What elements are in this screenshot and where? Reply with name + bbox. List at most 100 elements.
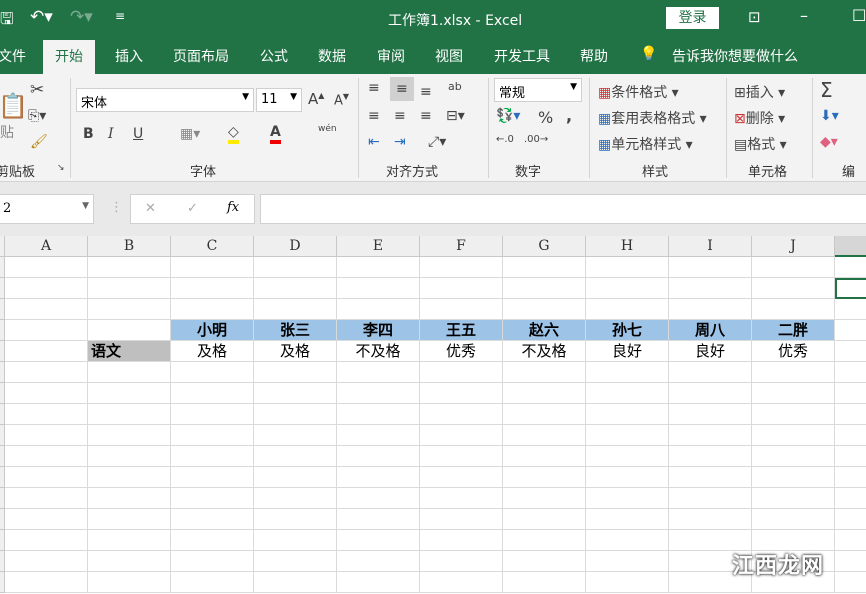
- cell[interactable]: [586, 362, 669, 383]
- italic-button[interactable]: I: [108, 126, 114, 142]
- redo-icon[interactable]: ↷▾: [70, 7, 93, 27]
- cut-icon[interactable]: ✂: [30, 80, 44, 100]
- cell[interactable]: [420, 362, 503, 383]
- column-header-e[interactable]: E: [337, 236, 420, 257]
- cell[interactable]: [752, 383, 835, 404]
- cell[interactable]: [835, 446, 866, 467]
- column-header-a[interactable]: A: [5, 236, 88, 257]
- cell[interactable]: [171, 425, 254, 446]
- cell[interactable]: [254, 404, 337, 425]
- cell[interactable]: [420, 383, 503, 404]
- cell[interactable]: [5, 551, 88, 572]
- cell[interactable]: [88, 551, 171, 572]
- number-format-select[interactable]: 常规 ▼: [494, 78, 582, 102]
- paste-label[interactable]: 贴: [0, 122, 14, 142]
- decrease-font-icon[interactable]: A▼: [334, 92, 349, 108]
- paste-icon[interactable]: 📋: [0, 92, 28, 120]
- cell[interactable]: [171, 383, 254, 404]
- tab-file[interactable]: 文件: [0, 46, 26, 66]
- cell[interactable]: [586, 488, 669, 509]
- name-header-cell[interactable]: 二胖: [752, 320, 835, 341]
- bold-button[interactable]: B: [83, 126, 94, 142]
- cell[interactable]: [254, 257, 337, 278]
- name-header-cell[interactable]: 小明: [171, 320, 254, 341]
- grade-cell[interactable]: 及格: [171, 341, 254, 362]
- cell[interactable]: [337, 278, 420, 299]
- format-as-table-button[interactable]: ▦套用表格格式 ▾: [598, 108, 707, 128]
- undo-icon[interactable]: ↶▾: [30, 7, 53, 27]
- cell[interactable]: [337, 362, 420, 383]
- name-header-cell[interactable]: 张三: [254, 320, 337, 341]
- grade-cell[interactable]: 不及格: [337, 341, 420, 362]
- align-right-icon[interactable]: ≡: [420, 108, 432, 124]
- cell[interactable]: [669, 278, 752, 299]
- login-button[interactable]: 登录: [666, 7, 719, 29]
- cell[interactable]: [752, 299, 835, 320]
- tab-home[interactable]: 开始: [43, 40, 95, 74]
- cell[interactable]: [503, 467, 586, 488]
- align-bottom-icon[interactable]: ≡: [420, 84, 432, 100]
- cell[interactable]: [5, 320, 88, 341]
- cell[interactable]: [88, 299, 171, 320]
- cell[interactable]: [503, 551, 586, 572]
- cell[interactable]: [5, 404, 88, 425]
- cell[interactable]: [586, 509, 669, 530]
- cell[interactable]: [586, 446, 669, 467]
- cell[interactable]: [669, 383, 752, 404]
- name-header-cell[interactable]: 王五: [420, 320, 503, 341]
- column-header-i[interactable]: I: [669, 236, 752, 257]
- cell[interactable]: [5, 257, 88, 278]
- cell[interactable]: [669, 488, 752, 509]
- name-header-cell[interactable]: 李四: [337, 320, 420, 341]
- cell[interactable]: [171, 278, 254, 299]
- cell[interactable]: [752, 404, 835, 425]
- subject-cell[interactable]: 语文: [88, 341, 171, 362]
- column-header-g[interactable]: G: [503, 236, 586, 257]
- cell[interactable]: [254, 509, 337, 530]
- cell[interactable]: [586, 530, 669, 551]
- increase-indent-icon[interactable]: ⇥: [394, 134, 406, 150]
- cell[interactable]: [586, 572, 669, 593]
- cell[interactable]: [420, 278, 503, 299]
- cell[interactable]: [835, 341, 866, 362]
- cell[interactable]: [669, 509, 752, 530]
- cell[interactable]: [5, 341, 88, 362]
- tab-page-layout[interactable]: 页面布局: [173, 46, 229, 66]
- cell[interactable]: [171, 299, 254, 320]
- cell[interactable]: [254, 278, 337, 299]
- cell[interactable]: [254, 425, 337, 446]
- column-header-f[interactable]: F: [420, 236, 503, 257]
- column-header-c[interactable]: C: [171, 236, 254, 257]
- cell[interactable]: [503, 383, 586, 404]
- cell[interactable]: [503, 362, 586, 383]
- wrap-text-icon[interactable]: ab: [448, 80, 462, 93]
- decrease-indent-icon[interactable]: ⇤: [368, 134, 380, 150]
- cell[interactable]: [88, 488, 171, 509]
- cell[interactable]: [752, 446, 835, 467]
- phonetic-icon[interactable]: wén: [318, 124, 337, 134]
- tab-insert[interactable]: 插入: [115, 46, 143, 66]
- column-header-b[interactable]: B: [88, 236, 171, 257]
- cell[interactable]: [420, 299, 503, 320]
- cell[interactable]: [586, 383, 669, 404]
- formula-input[interactable]: [260, 194, 866, 224]
- cell[interactable]: [420, 467, 503, 488]
- cell[interactable]: [835, 488, 866, 509]
- cell[interactable]: [337, 257, 420, 278]
- cell[interactable]: [5, 299, 88, 320]
- cell[interactable]: [171, 446, 254, 467]
- merge-center-icon[interactable]: ⊟▾: [446, 108, 465, 124]
- cell[interactable]: [88, 446, 171, 467]
- tab-view[interactable]: 视图: [435, 46, 463, 66]
- cell[interactable]: [88, 362, 171, 383]
- cell[interactable]: [5, 488, 88, 509]
- column-header-d[interactable]: D: [254, 236, 337, 257]
- delete-cells-button[interactable]: ⊠删除 ▾: [734, 108, 785, 128]
- cell[interactable]: [88, 320, 171, 341]
- cell[interactable]: [88, 509, 171, 530]
- cell[interactable]: [669, 257, 752, 278]
- cell[interactable]: [337, 551, 420, 572]
- cell[interactable]: [171, 551, 254, 572]
- active-cell[interactable]: [835, 278, 866, 299]
- cell[interactable]: [669, 362, 752, 383]
